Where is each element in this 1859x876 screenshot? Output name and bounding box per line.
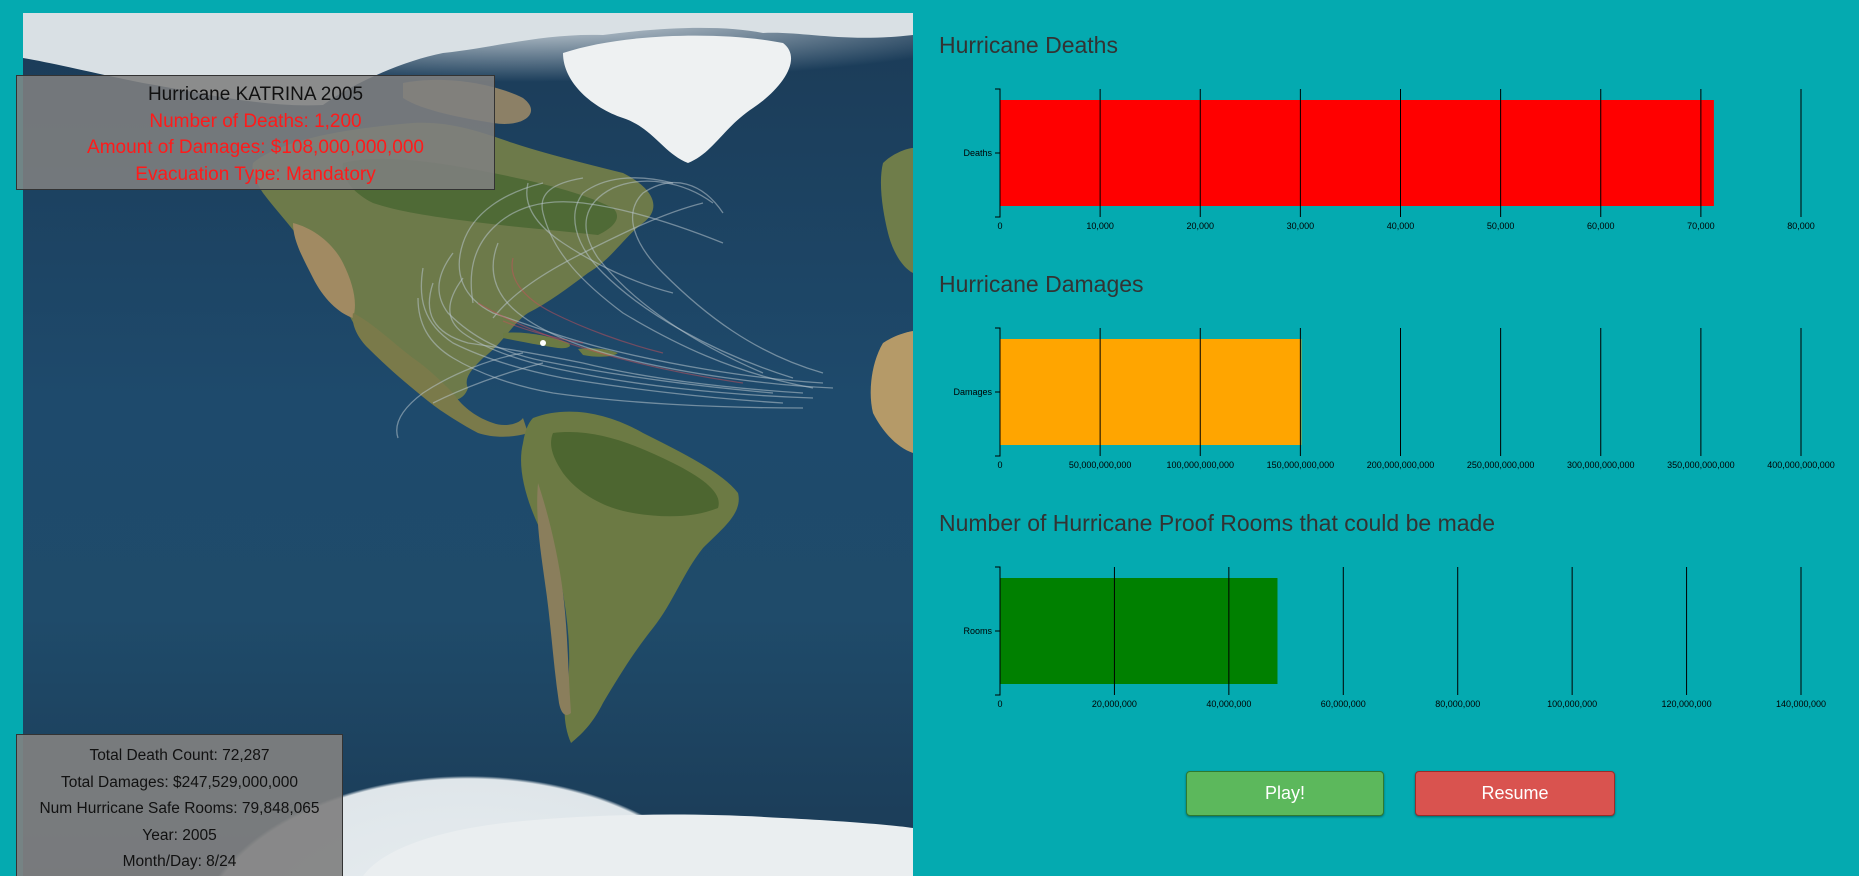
tick-label: 40,000 xyxy=(1387,221,1415,231)
tick-label: 400,000,000,000 xyxy=(1767,460,1835,470)
category-label: Deaths xyxy=(963,148,992,158)
category-label: Damages xyxy=(953,387,992,397)
tick-label: 10,000 xyxy=(1086,221,1114,231)
total-safe-rooms: Num Hurricane Safe Rooms: 79,848,065 xyxy=(39,800,320,818)
current-month-day: Month/Day: 8/24 xyxy=(122,853,237,871)
hurricane-evacuation-type: Evacuation Type: Mandatory xyxy=(135,163,376,185)
africa-landmass xyxy=(870,331,913,453)
antarctica-landmass xyxy=(363,814,913,876)
damages-chart-title: Hurricane Damages xyxy=(939,271,1144,297)
bar-deaths xyxy=(1000,100,1714,206)
tick-label: 20,000,000 xyxy=(1092,699,1137,709)
greenland-landmass xyxy=(563,35,792,163)
bar-rooms xyxy=(1000,578,1278,684)
total-damages: Total Damages: $247,529,000,000 xyxy=(61,773,298,791)
resume-button[interactable]: Resume xyxy=(1415,771,1615,816)
tick-label: 60,000,000 xyxy=(1321,699,1366,709)
tick-label: 30,000 xyxy=(1287,221,1315,231)
tick-label: 50,000 xyxy=(1487,221,1515,231)
bar-damages xyxy=(1000,339,1302,445)
tick-label: 140,000,000 xyxy=(1776,699,1826,709)
tick-label: 0 xyxy=(997,221,1002,231)
tick-label: 200,000,000,000 xyxy=(1367,460,1435,470)
deaths-chart-title: Hurricane Deaths xyxy=(939,32,1118,58)
tick-label: 350,000,000,000 xyxy=(1667,460,1735,470)
tick-label: 100,000,000,000 xyxy=(1166,460,1234,470)
total-death-count: Total Death Count: 72,287 xyxy=(89,747,270,764)
tick-label: 250,000,000,000 xyxy=(1467,460,1535,470)
category-label: Rooms xyxy=(963,626,992,636)
rooms-chart-title: Number of Hurricane Proof Rooms that cou… xyxy=(939,510,1496,536)
hurricane-title: Hurricane KATRINA 2005 xyxy=(147,84,364,105)
tick-label: 80,000,000 xyxy=(1435,699,1480,709)
tick-label: 50,000,000,000 xyxy=(1069,460,1132,470)
current-year: Year: 2005 xyxy=(142,826,217,844)
hurricane-damages: Amount of Damages: $108,000,000,000 xyxy=(87,137,424,158)
damages-chart: 0 50,000,000,000 100,000,000,000 150,000,00… xyxy=(953,327,1835,470)
tick-label: 60,000 xyxy=(1587,221,1615,231)
current-hurricane-panel: Hurricane KATRINA 2005 Number of Deaths:… xyxy=(16,75,495,190)
europe-landmass xyxy=(880,148,913,273)
tick-label: 120,000,000 xyxy=(1662,699,1712,709)
tick-label: 100,000,000 xyxy=(1547,699,1597,709)
totals-panel: Total Death Count: 72,287 Total Damages:… xyxy=(16,734,343,876)
hurricane-deaths: Number of Deaths: 1,200 xyxy=(149,110,362,132)
tick-label: 0 xyxy=(997,699,1002,709)
tick-label: 300,000,000,000 xyxy=(1567,460,1635,470)
tick-label: 70,000 xyxy=(1687,221,1715,231)
tick-label: 80,000 xyxy=(1787,221,1815,231)
tick-label: 40,000,000 xyxy=(1206,699,1251,709)
deaths-chart: 0 10,000 20,000 30,000 40,000 50,000 60,000 70,… xyxy=(963,88,1815,231)
tick-label: 150,000,000,000 xyxy=(1267,460,1335,470)
rooms-chart: 0 20,000,000 40,000,000 60,000,000 80,000,00… xyxy=(963,566,1826,709)
play-button[interactable]: Play! xyxy=(1186,771,1384,816)
tick-label: 20,000 xyxy=(1186,221,1214,231)
tick-label: 0 xyxy=(997,460,1002,470)
current-hurricane-marker xyxy=(540,340,546,346)
